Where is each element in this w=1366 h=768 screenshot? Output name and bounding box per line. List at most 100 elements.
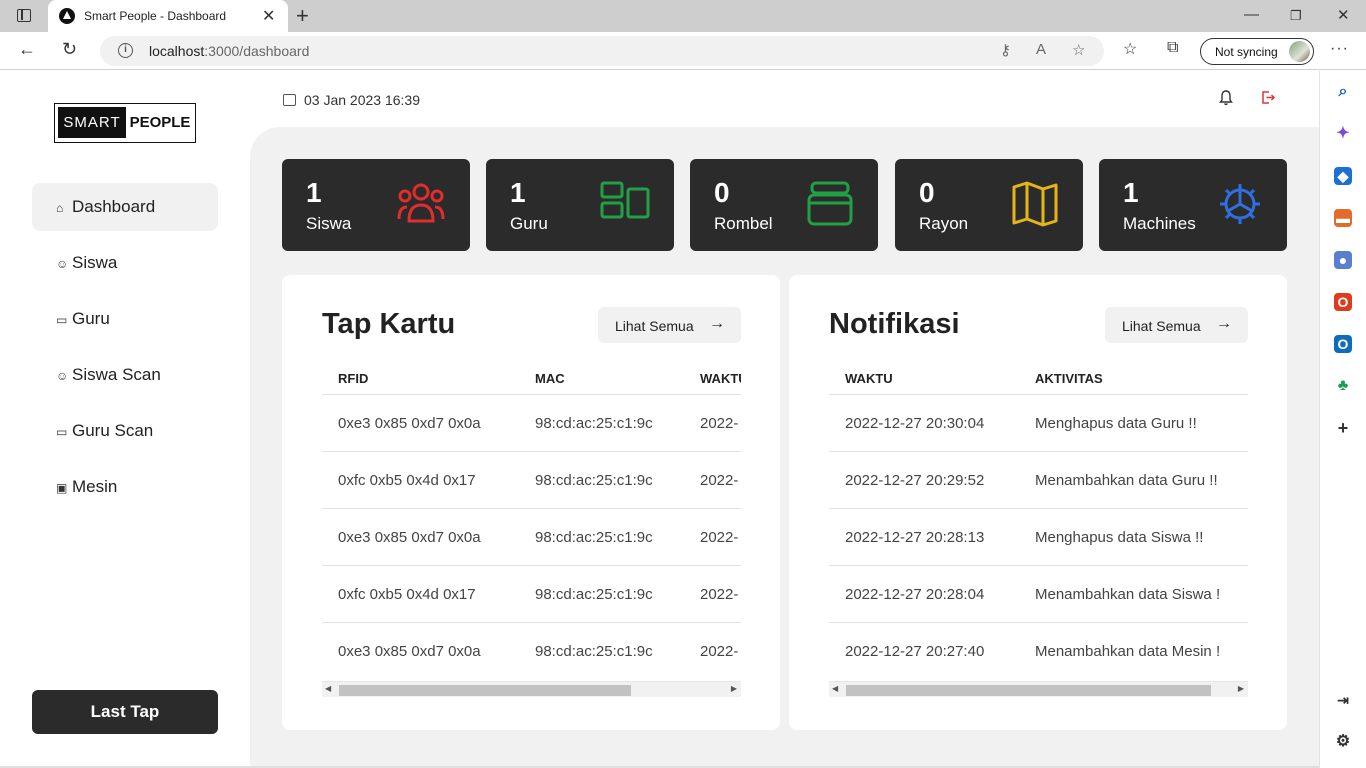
browser-tab-bar: Smart People - Dashboard ✕ + — ❐ ✕ <box>0 0 1366 32</box>
cell-rfid: 0xe3 0x85 0xd7 0x0a <box>338 415 481 432</box>
logo-part-1: SMART <box>58 107 126 138</box>
tab-actions-icon[interactable] <box>17 9 31 22</box>
favorites-icon[interactable]: ☆ <box>1123 39 1137 59</box>
stat-value: 0 <box>919 177 935 208</box>
cell-waktu: 2022-12-27 20:30:04 <box>845 415 985 432</box>
close-tab-icon[interactable]: ✕ <box>262 6 275 26</box>
stat-card-rombel[interactable]: 0 Rombel <box>690 159 878 251</box>
shopping-icon[interactable]: ◆ <box>1334 167 1352 185</box>
tap-kartu-scrollbar[interactable]: ◀ ▶ <box>322 681 741 697</box>
cell-rfid: 0xfc 0xb5 0x4d 0x17 <box>338 586 476 603</box>
table-row[interactable]: 0xe3 0x85 0xd7 0x0a 98:cd:ac:25:c1:9c 20… <box>322 395 741 452</box>
cell-aktivitas: Menghapus data Siswa !! <box>1035 529 1204 546</box>
table-row[interactable]: 2022-12-27 20:27:40 Menambahkan data Mes… <box>829 623 1248 680</box>
column-header-rfid[interactable]: RFID <box>338 371 368 386</box>
stat-label: Machines <box>1123 214 1196 233</box>
scroll-right-icon[interactable]: ▶ <box>1238 684 1244 693</box>
url-field[interactable]: i localhost:3000/dashboard ⚷ A ☆ <box>100 36 1104 66</box>
read-aloud-icon[interactable]: A <box>1036 41 1046 58</box>
cpu-icon: ▣ <box>56 481 68 495</box>
scroll-right-icon[interactable]: ▶ <box>731 684 737 693</box>
archive-icon <box>807 181 853 226</box>
tools-icon[interactable]: ▬ <box>1334 209 1352 227</box>
tab-title: Smart People - Dashboard <box>84 9 227 23</box>
logout-icon[interactable] <box>1261 90 1276 109</box>
table-row[interactable]: 0xe3 0x85 0xd7 0x0a 98:cd:ac:25:c1:9c 20… <box>322 623 741 680</box>
search-icon[interactable]: ⌕ <box>1334 83 1352 101</box>
lihat-semua-tap-button[interactable]: Lihat Semua → <box>598 307 741 343</box>
sidebar-item-siswa[interactable]: ☺ Siswa <box>32 239 218 287</box>
table-row[interactable]: 2022-12-27 20:30:04 Menghapus data Guru … <box>829 395 1248 452</box>
column-header-mac[interactable]: MAC <box>535 371 565 386</box>
outlook-icon[interactable]: O <box>1334 335 1352 353</box>
stat-card-siswa[interactable]: 1 Siswa <box>282 159 470 251</box>
close-window-icon[interactable]: ✕ <box>1337 6 1350 24</box>
cell-mac: 98:cd:ac:25:c1:9c <box>535 472 653 489</box>
back-icon[interactable]: ← <box>18 39 36 60</box>
stat-card-machines[interactable]: 1 Machines <box>1099 159 1287 251</box>
stat-card-rayon[interactable]: 0 Rayon <box>895 159 1083 251</box>
tree-icon[interactable]: ♣ <box>1334 377 1352 395</box>
hide-sidebar-icon[interactable]: ⇥ <box>1334 691 1352 709</box>
address-bar-area: ← ↻ i localhost:3000/dashboard ⚷ A ☆ ☆ ⧉ <box>0 32 1366 70</box>
more-menu-icon[interactable]: ··· <box>1330 40 1349 58</box>
users-icon: ☺ <box>56 369 69 383</box>
url-text: localhost:3000/dashboard <box>149 43 309 59</box>
office-icon[interactable]: O <box>1334 293 1352 311</box>
stat-value: 0 <box>714 177 730 208</box>
stat-card-guru[interactable]: 1 Guru <box>486 159 674 251</box>
table-row[interactable]: 0xe3 0x85 0xd7 0x0a 98:cd:ac:25:c1:9c 20… <box>322 509 741 566</box>
table-row[interactable]: 0xfc 0xb5 0x4d 0x17 98:cd:ac:25:c1:9c 20… <box>322 566 741 623</box>
cell-mac: 98:cd:ac:25:c1:9c <box>535 415 653 432</box>
map-icon <box>1012 181 1058 227</box>
add-favorite-icon[interactable]: ☆ <box>1072 41 1085 59</box>
browser-tab[interactable]: Smart People - Dashboard ✕ <box>48 0 288 32</box>
smart-people-logo[interactable]: SMART PEOPLE <box>54 103 196 143</box>
scroll-left-icon[interactable]: ◀ <box>325 684 331 693</box>
cell-waktu: 2022- <box>700 415 739 432</box>
cell-waktu: 2022- <box>700 586 739 603</box>
sidebar-item-siswa-scan[interactable]: ☺ Siswa Scan <box>32 351 218 399</box>
calendar-icon <box>283 94 296 106</box>
cell-rfid: 0xe3 0x85 0xd7 0x0a <box>338 643 481 660</box>
sidebar-item-guru-scan[interactable]: ▭ Guru Scan <box>32 407 218 455</box>
cell-rfid: 0xe3 0x85 0xd7 0x0a <box>338 529 481 546</box>
column-header-waktu[interactable]: WAKTU <box>700 371 741 386</box>
collections-icon[interactable]: ⧉ <box>1167 39 1178 57</box>
last-tap-button[interactable]: Last Tap <box>32 690 218 734</box>
new-tab-icon[interactable]: + <box>296 3 309 29</box>
column-header-waktu[interactable]: WAKTU <box>845 371 893 386</box>
site-info-icon[interactable]: i <box>118 43 133 58</box>
table-row[interactable]: 0xfc 0xb5 0x4d 0x17 98:cd:ac:25:c1:9c 20… <box>322 452 741 509</box>
sidebar-item-guru[interactable]: ▭ Guru <box>32 295 218 343</box>
settings-icon[interactable]: ⚙ <box>1334 733 1352 751</box>
refresh-icon[interactable]: ↻ <box>62 39 77 60</box>
sidebar-item-mesin[interactable]: ▣ Mesin <box>32 463 218 511</box>
stat-value: 1 <box>510 177 526 208</box>
table-row[interactable]: 2022-12-27 20:28:13 Menghapus data Siswa… <box>829 509 1248 566</box>
table-row[interactable]: 2022-12-27 20:29:52 Menambahkan data Gur… <box>829 452 1248 509</box>
bell-icon[interactable] <box>1219 90 1233 110</box>
minimize-icon[interactable]: — <box>1244 6 1259 23</box>
sidebar-item-label: Guru Scan <box>72 421 154 440</box>
column-header-aktivitas[interactable]: AKTIVITAS <box>1035 371 1103 386</box>
lihat-semua-notifikasi-button[interactable]: Lihat Semua → <box>1105 307 1248 343</box>
key-icon[interactable]: ⚷ <box>1000 41 1011 59</box>
cell-waktu: 2022-12-27 20:27:40 <box>845 643 985 660</box>
sidebar-item-label: Siswa <box>72 253 118 272</box>
layout-icon <box>600 181 650 219</box>
scrollbar-thumb[interactable] <box>339 685 631 696</box>
cell-waktu: 2022-12-27 20:28:04 <box>845 586 985 603</box>
notifikasi-scrollbar[interactable]: ◀ ▶ <box>829 681 1248 697</box>
copilot-icon[interactable]: ✦ <box>1334 125 1352 143</box>
sidebar-item-dashboard[interactable]: ⌂ Dashboard <box>32 183 218 231</box>
tap-kartu-table: RFID MAC WAKTU 0xe3 0x85 0xd7 0x0a 98:cd… <box>322 361 741 681</box>
scroll-left-icon[interactable]: ◀ <box>832 684 838 693</box>
cell-aktivitas: Menambahkan data Guru !! <box>1035 472 1218 489</box>
sync-button[interactable]: Not syncing <box>1200 38 1314 65</box>
table-row[interactable]: 2022-12-27 20:28:04 Menambahkan data Sis… <box>829 566 1248 623</box>
restore-icon[interactable]: ❐ <box>1290 8 1302 24</box>
scrollbar-thumb[interactable] <box>846 685 1211 696</box>
games-icon[interactable]: ● <box>1334 251 1352 269</box>
add-sidebar-app-icon[interactable]: + <box>1334 419 1352 437</box>
